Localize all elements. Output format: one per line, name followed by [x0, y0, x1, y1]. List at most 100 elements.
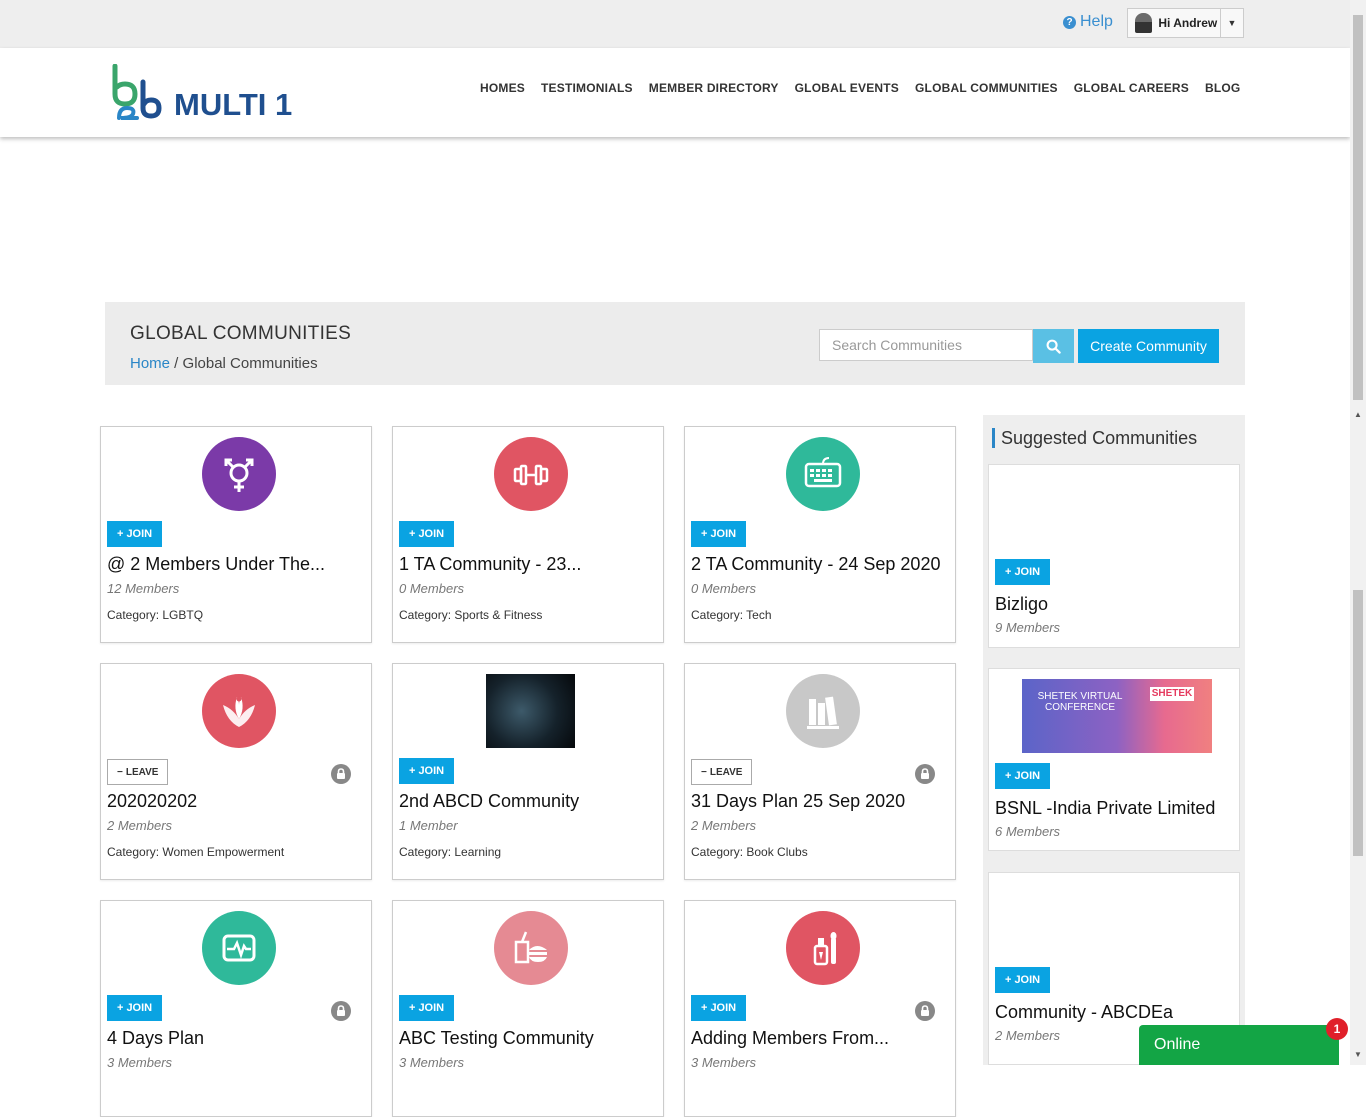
community-card[interactable]: − LEAVE 202020202 2 Members Category: Women …	[100, 663, 372, 880]
lock-icon	[331, 764, 351, 784]
breadcrumb: Home / Global Communities	[130, 355, 318, 372]
search-communities-input[interactable]: Search Communities	[819, 329, 1033, 361]
join-button[interactable]: + JOIN	[399, 758, 455, 784]
join-button[interactable]: + JOIN	[399, 995, 455, 1021]
community-members: 0 Members	[399, 581, 465, 596]
question-icon: ?	[1063, 15, 1076, 29]
keyboard-icon	[804, 457, 842, 488]
banner-text: SHETEK VIRTUAL CONFERENCE	[1037, 691, 1123, 713]
nav-member-directory[interactable]: MEMBER DIRECTORY	[649, 81, 779, 95]
community-members: 2 Members	[691, 818, 757, 833]
heartbeat-icon	[222, 934, 256, 962]
community-category: Category: Book Clubs	[691, 845, 808, 859]
avatar	[1135, 13, 1153, 33]
community-card[interactable]: − LEAVE 31 Days Plan 25 Sep 2020 2 Members C…	[684, 663, 956, 880]
plus-icon: +	[409, 1002, 416, 1014]
community-card[interactable]: + JOIN ABC Testing Community 3 Members	[392, 900, 664, 1117]
main-header: MULTI 1 HOMES TESTIMONIALS MEMBER DIRECT…	[0, 48, 1350, 137]
community-category: Category: Tech	[691, 608, 772, 622]
join-label: JOIN	[418, 765, 445, 777]
nav-global-communities[interactable]: GLOBAL COMMUNITIES	[915, 81, 1058, 95]
community-title[interactable]: 31 Days Plan 25 Sep 2020	[691, 791, 949, 812]
community-title[interactable]: 202020202	[107, 791, 365, 812]
page-scrollbar[interactable]: ▲ ▼	[1350, 0, 1366, 1065]
community-card[interactable]: + JOIN 2 TA Community - 24 Sep 2020 0 Membe…	[684, 426, 956, 643]
plus-icon: +	[409, 765, 416, 777]
join-button[interactable]: + JOIN	[107, 521, 163, 547]
plus-icon: +	[409, 528, 416, 540]
join-label: JOIN	[1014, 566, 1041, 578]
plus-icon: +	[117, 528, 124, 540]
community-title[interactable]: 2nd ABCD Community	[399, 791, 657, 812]
help-label: Help	[1080, 13, 1113, 30]
join-label: JOIN	[418, 1002, 445, 1014]
search-button[interactable]	[1033, 329, 1074, 363]
nav-global-events[interactable]: GLOBAL EVENTS	[795, 81, 899, 95]
nav-global-careers[interactable]: GLOBAL CAREERS	[1074, 81, 1189, 95]
food-icon	[514, 931, 547, 964]
join-button[interactable]: + JOIN	[691, 521, 747, 547]
join-button[interactable]: + JOIN	[691, 995, 747, 1021]
plus-icon: +	[701, 1002, 708, 1014]
community-title[interactable]: 4 Days Plan	[107, 1028, 365, 1049]
cosmetics-icon	[813, 932, 837, 966]
nav-blog[interactable]: BLOG	[1205, 81, 1240, 95]
community-title[interactable]: 1 TA Community - 23...	[399, 554, 657, 575]
logo-text: MULTI 1	[174, 87, 292, 120]
join-button[interactable]: + JOIN	[995, 559, 1051, 585]
community-title[interactable]: Adding Members From...	[691, 1028, 949, 1049]
nav-homes[interactable]: HOMES	[480, 81, 525, 95]
logo[interactable]: MULTI 1	[111, 64, 311, 120]
nav-testimonials[interactable]: TESTIMONIALS	[541, 81, 633, 95]
caret-down-icon[interactable]: ▼	[1219, 9, 1243, 37]
join-button[interactable]: + JOIN	[107, 995, 163, 1021]
help-link[interactable]: ? Help	[1063, 13, 1113, 31]
breadcrumb-current: Global Communities	[182, 355, 318, 372]
community-icon	[202, 437, 276, 511]
suggested-community-title[interactable]: Bizligo	[995, 594, 1048, 615]
user-menu[interactable]: Hi Andrew ▼	[1127, 8, 1244, 38]
scroll-down-arrow-icon[interactable]: ▼	[1354, 1050, 1362, 1059]
suggested-community-card[interactable]: SHETEK VIRTUAL CONFERENCE SHETEK + JOIN B…	[988, 668, 1240, 851]
community-title[interactable]: ABC Testing Community	[399, 1028, 657, 1049]
community-title[interactable]: 2 TA Community - 24 Sep 2020	[691, 554, 949, 575]
lock-icon	[331, 1001, 351, 1021]
suggested-community-members: 6 Members	[995, 824, 1061, 839]
user-greeting: Hi Andrew	[1158, 16, 1218, 30]
suggested-community-title[interactable]: BSNL -India Private Limited	[995, 798, 1215, 819]
community-icon	[494, 437, 568, 511]
online-chat-button[interactable]: Online	[1139, 1025, 1339, 1065]
community-icon	[494, 911, 568, 985]
community-card[interactable]: + JOIN Adding Members From... 3 Members	[684, 900, 956, 1117]
suggested-community-title[interactable]: Community - ABCDEa	[995, 1002, 1173, 1023]
community-icon	[202, 674, 276, 748]
community-card[interactable]: + JOIN @ 2 Members Under The... 12 Members C…	[100, 426, 372, 643]
create-community-button[interactable]: Create Community	[1078, 329, 1219, 363]
community-card[interactable]: + JOIN 4 Days Plan 3 Members	[100, 900, 372, 1117]
join-button[interactable]: + JOIN	[995, 763, 1051, 789]
scroll-up-arrow-icon[interactable]: ▲	[1354, 410, 1362, 419]
join-label: JOIN	[1014, 974, 1041, 986]
join-button[interactable]: + JOIN	[399, 521, 455, 547]
community-card[interactable]: + JOIN 1 TA Community - 23... 0 Members Cate…	[392, 426, 664, 643]
online-label: Online	[1154, 1036, 1201, 1053]
suggested-community-members: 9 Members	[995, 620, 1061, 635]
leave-button[interactable]: − LEAVE	[107, 759, 169, 785]
banner-logo: SHETEK	[1150, 687, 1194, 701]
community-icon	[786, 911, 860, 985]
join-button[interactable]: + JOIN	[995, 967, 1051, 993]
scrollbar-thumb[interactable]	[1353, 15, 1363, 400]
join-label: JOIN	[126, 1002, 153, 1014]
community-card[interactable]: + JOIN 2nd ABCD Community 1 Member Category:…	[392, 663, 664, 880]
leave-button[interactable]: − LEAVE	[691, 759, 753, 785]
community-members: 2 Members	[107, 818, 173, 833]
join-label: JOIN	[1014, 770, 1041, 782]
community-title[interactable]: @ 2 Members Under The...	[107, 554, 365, 575]
search-icon	[1046, 339, 1061, 354]
suggested-community-card[interactable]: + JOIN Bizligo 9 Members	[988, 464, 1240, 648]
lock-icon	[915, 1001, 935, 1021]
page-title-bar: GLOBAL COMMUNITIES Home / Global Communi…	[105, 302, 1245, 385]
suggested-community-members: 2 Members	[995, 1028, 1061, 1043]
breadcrumb-home-link[interactable]: Home	[130, 355, 170, 372]
search-placeholder: Search Communities	[832, 337, 962, 353]
